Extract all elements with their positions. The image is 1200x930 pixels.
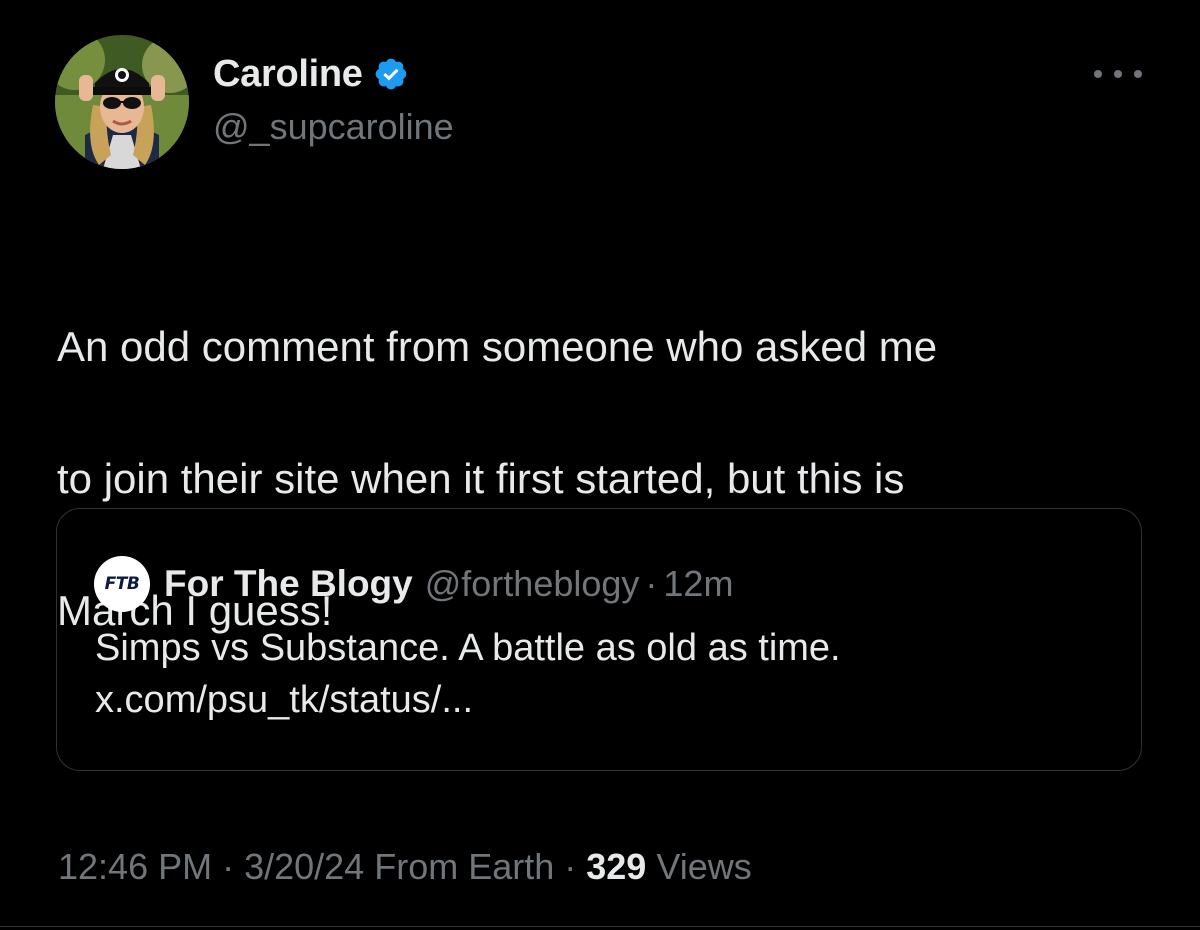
quoted-tweet-header: FTB For The Blogy @fortheblogy · 12m: [94, 556, 733, 612]
quoted-link[interactable]: x.com/psu_tk/status/...: [95, 674, 1105, 726]
quoted-tweet-card[interactable]: FTB For The Blogy @fortheblogy · 12m Sim…: [56, 508, 1142, 771]
views-label[interactable]: Views: [646, 846, 751, 887]
quoted-tweet-text: Simps vs Substance. A battle as old as t…: [95, 622, 1105, 726]
meta-separator: ·: [212, 846, 245, 887]
views-count[interactable]: 329: [586, 846, 646, 887]
divider: [0, 926, 1200, 927]
more-options-icon[interactable]: [1094, 62, 1142, 86]
profile-photo-icon: [55, 35, 189, 169]
tweet: Caroline @_supcaroline An odd comment fr…: [0, 0, 1200, 930]
tweet-text-line: to join their site when it first started…: [57, 455, 905, 502]
tweet-time[interactable]: 12:46 PM: [58, 846, 212, 887]
ftb-logo-icon[interactable]: FTB: [94, 556, 150, 612]
author-handle[interactable]: @_supcaroline: [213, 106, 454, 148]
verified-badge-icon[interactable]: [373, 56, 409, 92]
more-dot-icon: [1134, 70, 1142, 78]
quoted-text-line: Simps vs Substance. A battle as old as t…: [95, 627, 841, 669]
avatar[interactable]: [55, 35, 189, 169]
tweet-text-line: An odd comment from someone who asked me: [57, 323, 938, 370]
quoted-timestamp[interactable]: 12m: [663, 563, 733, 605]
author-name-row: Caroline: [213, 52, 454, 96]
quoted-author-name[interactable]: For The Blogy: [164, 563, 413, 605]
quoted-separator: ·: [645, 563, 658, 604]
more-dot-icon: [1094, 70, 1102, 78]
author-info: Caroline @_supcaroline: [213, 52, 454, 148]
tweet-location: From Earth: [364, 846, 555, 887]
quoted-author-handle[interactable]: @fortheblogy: [425, 563, 640, 605]
ftb-logo-text: FTB: [104, 574, 140, 594]
author-display-name[interactable]: Caroline: [213, 53, 363, 96]
tweet-metadata: 12:46 PM · 3/20/24 From Earth · 329 View…: [58, 846, 752, 888]
tweet-date[interactable]: 3/20/24: [244, 846, 364, 887]
meta-separator: ·: [554, 846, 587, 887]
more-dot-icon: [1114, 70, 1122, 78]
